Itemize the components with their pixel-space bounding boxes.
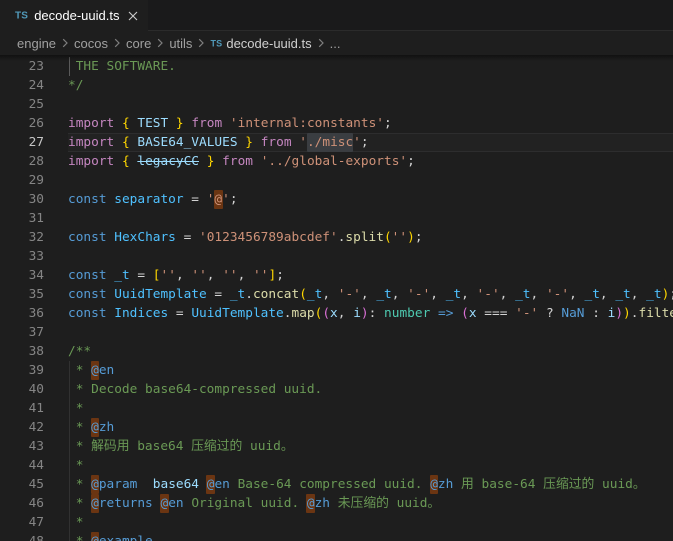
line-number[interactable]: 43 <box>0 437 44 456</box>
breadcrumb: engine cocos core utils TS decode-uuid.ts... <box>0 31 673 55</box>
code-line-28: 28 import { legacyCC } from '../global-ex… <box>0 152 673 171</box>
code-line-46: 46 * @returns @en Original uuid. @zh 未压缩… <box>0 494 673 513</box>
line-number[interactable]: 48 <box>0 532 44 541</box>
chevron-right-icon <box>317 37 325 49</box>
code-line-27: 27 import { BASE64_VALUES } from './misc'… <box>0 133 673 152</box>
line-number[interactable]: 26 <box>0 114 44 133</box>
code-text[interactable]: * <box>68 399 84 418</box>
code-text[interactable]: * Decode base64-compressed uuid. <box>68 380 323 399</box>
code-text[interactable]: import { BASE64_VALUES } from './misc'; <box>68 133 369 152</box>
code-line-31: 31 <box>0 209 673 228</box>
breadcrumb-symbol-ellipsis[interactable]: ... <box>330 36 341 51</box>
tab-label: decode-uuid.ts <box>34 8 120 23</box>
breadcrumb-item-core[interactable]: core <box>126 36 151 51</box>
tab-close-button[interactable] <box>123 6 143 26</box>
code-line-47: 47 * <box>0 513 673 532</box>
chevron-right-icon <box>61 37 69 49</box>
code-text[interactable]: * @zh <box>68 418 115 437</box>
code-text[interactable]: * @returns @en Original uuid. @zh 未压缩的 u… <box>68 494 441 513</box>
code-line-34: 34 const _t = ['', '', '', '']; <box>0 266 673 285</box>
line-number[interactable]: 33 <box>0 247 44 266</box>
code-text[interactable]: /** <box>68 342 91 361</box>
code-text[interactable]: const UuidTemplate = _t.concat(_t, '-', … <box>68 285 673 304</box>
code-text[interactable]: THE SOFTWARE. <box>68 57 176 76</box>
editor-window: TS decode-uuid.ts engine cocos core utils TS… <box>0 0 673 541</box>
code-line-26: 26 import { TEST } from 'internal:constan… <box>0 114 673 133</box>
code-line-29: 29 <box>0 171 673 190</box>
line-number[interactable]: 35 <box>0 285 44 304</box>
breadcrumb-item-engine[interactable]: engine <box>17 36 56 51</box>
close-icon <box>129 11 138 20</box>
line-number[interactable]: 28 <box>0 152 44 171</box>
code-line-30: 30 const separator = '@'; <box>0 190 673 209</box>
breadcrumb-item-file[interactable]: TS decode-uuid.ts <box>210 36 311 51</box>
code-text[interactable]: */ <box>68 76 83 95</box>
line-number[interactable]: 45 <box>0 475 44 494</box>
code-line-32: 32 const HexChars = '0123456789abcdef'.sp… <box>0 228 673 247</box>
line-number[interactable]: 44 <box>0 456 44 475</box>
line-number[interactable]: 46 <box>0 494 44 513</box>
code-text[interactable]: * <box>68 456 84 475</box>
code-line-33: 33 <box>0 247 673 266</box>
line-number[interactable]: 39 <box>0 361 44 380</box>
code-text[interactable]: * <box>68 513 84 532</box>
code-line-42: 42 * @zh <box>0 418 673 437</box>
code-line-39: 39 * @en <box>0 361 673 380</box>
breadcrumb-file-label: decode-uuid.ts <box>226 35 312 51</box>
code-text[interactable]: import { legacyCC } from '../global-expo… <box>68 152 415 171</box>
line-number[interactable]: 32 <box>0 228 44 247</box>
typescript-file-icon: TS <box>15 10 29 22</box>
code-text[interactable]: const HexChars = '0123456789abcdef'.spli… <box>68 228 423 247</box>
code-line-41: 41 * <box>0 399 673 418</box>
code-text[interactable]: import { TEST } from 'internal:constants… <box>68 114 392 133</box>
tab-decode-uuid[interactable]: TS decode-uuid.ts <box>0 0 148 31</box>
line-number[interactable]: 30 <box>0 190 44 209</box>
line-number[interactable]: 24 <box>0 76 44 95</box>
breadcrumb-item-cocos[interactable]: cocos <box>74 36 108 51</box>
code-line-35: 35 const UuidTemplate = _t.concat(_t, '-'… <box>0 285 673 304</box>
line-number[interactable]: 25 <box>0 95 44 114</box>
code-line-36: 36 const Indices = UuidTemplate.map((x, i… <box>0 304 673 323</box>
breadcrumb-item-utils[interactable]: utils <box>169 36 192 51</box>
line-number[interactable]: 37 <box>0 323 44 342</box>
code-editor[interactable]: 23 THE SOFTWARE. 24 */25 26 import { TEST } … <box>0 55 673 541</box>
line-number[interactable]: 29 <box>0 171 44 190</box>
chevron-right-icon <box>113 37 121 49</box>
code-line-25: 25 <box>0 95 673 114</box>
code-line-48: 48 * @example <box>0 532 673 541</box>
line-number[interactable]: 47 <box>0 513 44 532</box>
chevron-right-icon <box>197 37 205 49</box>
line-number[interactable]: 41 <box>0 399 44 418</box>
code-line-43: 43 * 解码用 base64 压缩过的 uuid。 <box>0 437 673 456</box>
code-text[interactable]: const _t = ['', '', '', '']; <box>68 266 284 285</box>
code-line-23: 23 THE SOFTWARE. <box>0 57 673 76</box>
line-number[interactable]: 27 <box>0 133 44 152</box>
code-text[interactable]: const separator = '@'; <box>68 190 238 209</box>
tab-bar: TS decode-uuid.ts <box>0 0 673 31</box>
code-line-45: 45 * @param base64 @en Base-64 compresse… <box>0 475 673 494</box>
vscode-window: { "colors": { "editor_bg": "#1e1e1e", "t… <box>0 0 673 541</box>
line-number[interactable]: 38 <box>0 342 44 361</box>
code-text[interactable]: * @param base64 @en Base-64 compressed u… <box>68 475 646 494</box>
code-line-24: 24 */ <box>0 76 673 95</box>
code-text[interactable]: * 解码用 base64 压缩过的 uuid。 <box>68 437 294 456</box>
code-line-44: 44 * <box>0 456 673 475</box>
line-number[interactable]: 36 <box>0 304 44 323</box>
code-text[interactable]: const Indices = UuidTemplate.map((x, i):… <box>68 304 673 323</box>
code-line-38: 38 /** <box>0 342 673 361</box>
line-number[interactable]: 34 <box>0 266 44 285</box>
chevron-right-icon <box>156 37 164 49</box>
line-number[interactable]: 40 <box>0 380 44 399</box>
typescript-file-icon: TS <box>210 38 223 49</box>
code-text[interactable]: * @en <box>68 361 115 380</box>
line-number[interactable]: 31 <box>0 209 44 228</box>
line-number[interactable]: 23 <box>0 57 44 76</box>
code-text[interactable]: * @example <box>68 532 153 541</box>
line-number[interactable]: 42 <box>0 418 44 437</box>
code-line-40: 40 * Decode base64-compressed uuid. <box>0 380 673 399</box>
code-line-37: 37 <box>0 323 673 342</box>
